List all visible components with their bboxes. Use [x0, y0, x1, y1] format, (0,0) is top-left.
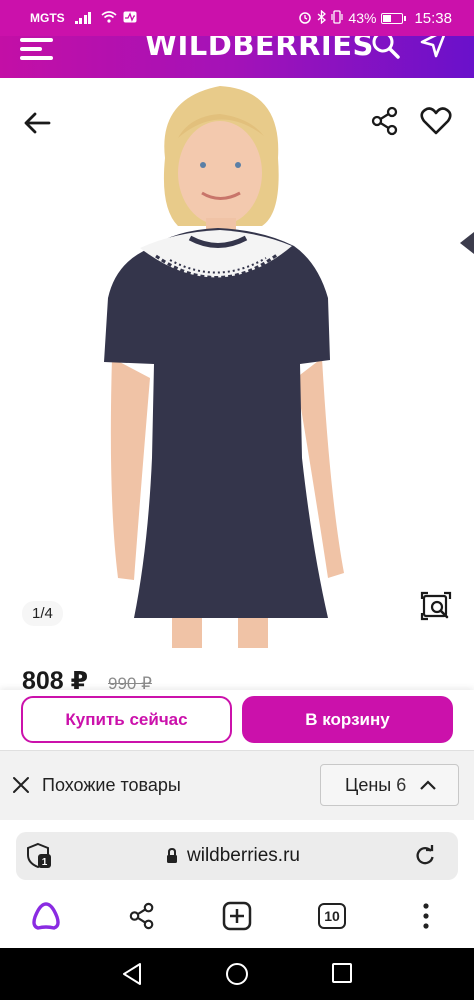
- url-text[interactable]: wildberries.ru: [187, 845, 300, 867]
- product-photo: [104, 86, 344, 648]
- back-arrow-icon[interactable]: [22, 108, 52, 138]
- price-row: 808 ₽ 990 ₽: [0, 648, 474, 695]
- share-icon[interactable]: [370, 106, 400, 136]
- reload-icon[interactable]: [414, 845, 436, 867]
- tab-protect-icon[interactable]: 1: [26, 842, 54, 870]
- menu-icon[interactable]: [20, 38, 53, 60]
- status-bar: MGTS 43% 15:38: [0, 0, 474, 36]
- new-tab-icon[interactable]: [221, 900, 253, 932]
- carrier-name: MGTS: [30, 11, 65, 25]
- prices-button-label: Цены: [345, 774, 392, 795]
- geo-arrow-icon[interactable]: [420, 36, 448, 63]
- lock-icon: [166, 847, 178, 864]
- add-to-cart-button[interactable]: В корзину: [242, 696, 453, 743]
- home-circle-icon[interactable]: [225, 962, 249, 991]
- clock: 15:38: [414, 9, 452, 27]
- bluetooth-icon: [317, 9, 327, 27]
- chevron-up-icon: [419, 775, 437, 796]
- product-gallery[interactable]: 1/4: [0, 78, 474, 648]
- visual-search-icon[interactable]: [420, 590, 452, 622]
- activity-icon: [123, 10, 137, 26]
- purchase-actions: Купить сейчас В корзину: [0, 690, 474, 750]
- similar-products-label[interactable]: Похожие товары: [42, 775, 181, 796]
- browser-nav: 10: [0, 896, 474, 940]
- address-bar[interactable]: 1 wildberries.ru: [16, 832, 458, 880]
- alice-assistant-icon[interactable]: [30, 900, 62, 932]
- tabs-count: 10: [318, 903, 346, 929]
- system-navigation-bar: [0, 948, 474, 1000]
- more-menu-icon[interactable]: [410, 900, 442, 932]
- prices-count: 6: [396, 774, 407, 795]
- browser-toolbar: 1 wildberries.ru 10: [0, 820, 474, 948]
- recents-square-icon[interactable]: [331, 962, 353, 989]
- close-icon[interactable]: [12, 776, 30, 794]
- status-right: 43% 15:38: [298, 9, 452, 27]
- battery-icon: [381, 12, 407, 24]
- signal-icon: [74, 12, 92, 24]
- image-counter: 1/4: [22, 601, 63, 626]
- wifi-icon: [101, 10, 117, 26]
- buy-now-button[interactable]: Купить сейчас: [21, 696, 232, 743]
- vibrate-icon: [331, 9, 344, 27]
- next-image-icon[interactable]: [458, 228, 474, 258]
- tabs-icon[interactable]: 10: [316, 900, 348, 932]
- tab-badge: 1: [42, 857, 48, 868]
- alarm-icon: [298, 10, 312, 27]
- search-icon[interactable]: [371, 36, 401, 65]
- prices-button[interactable]: Цены 6: [320, 764, 459, 806]
- share-icon[interactable]: [126, 900, 158, 932]
- similar-products-bar: Похожие товары Цены 6: [0, 750, 474, 820]
- app-header: WILDBERRIES: [0, 36, 474, 78]
- brand-logo[interactable]: WILDBERRIES: [145, 36, 374, 62]
- back-triangle-icon[interactable]: [121, 962, 143, 991]
- heart-icon[interactable]: [420, 106, 452, 136]
- battery-percent: 43%: [348, 10, 377, 26]
